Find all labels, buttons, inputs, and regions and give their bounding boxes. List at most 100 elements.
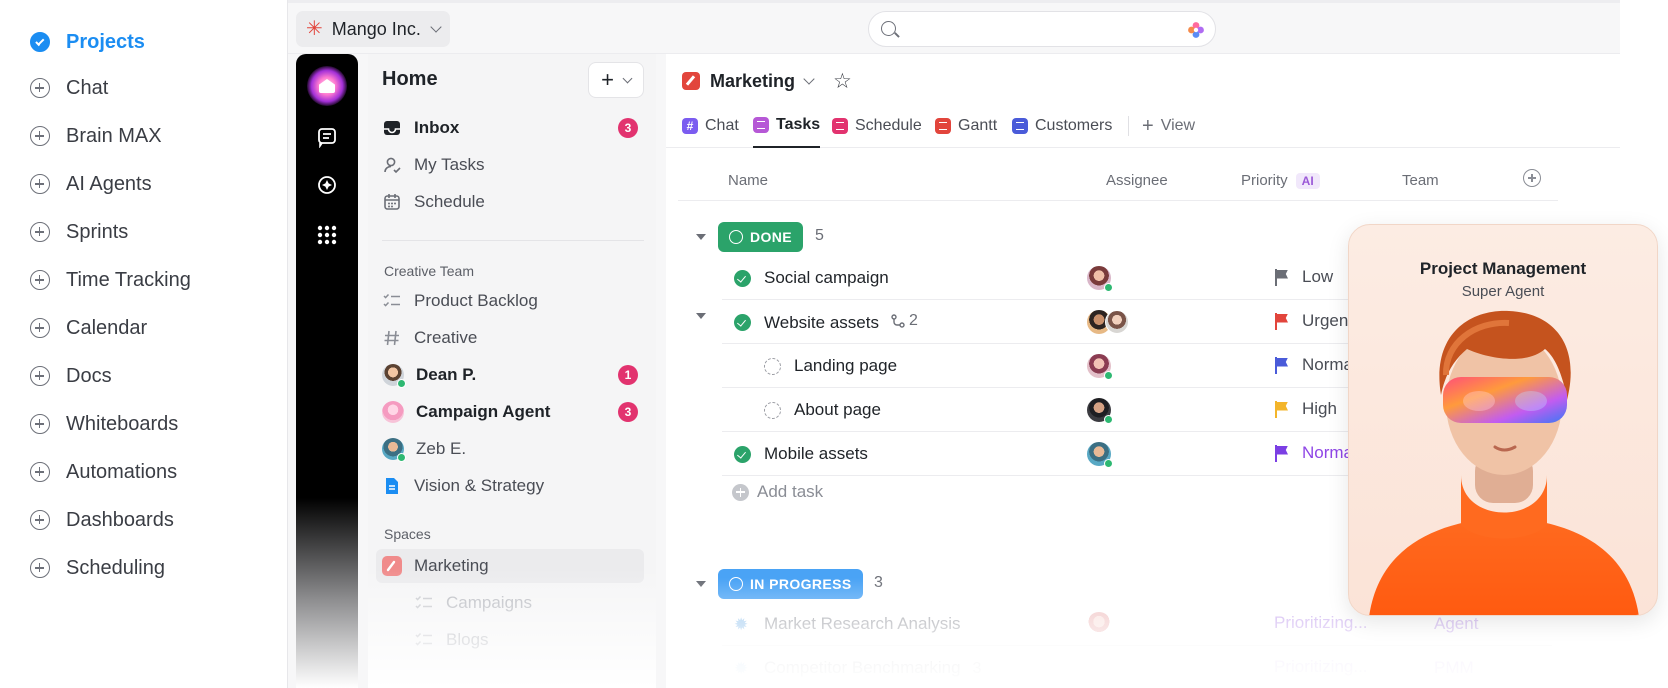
priority-cell[interactable]: Prioritizing... [1274,613,1368,633]
home-icon[interactable] [307,66,347,106]
column-header-priority[interactable]: Priority AI [1241,172,1320,189]
feature-nav-label: Sprints [66,220,129,243]
feature-nav-item-projects[interactable]: Projects [30,26,145,58]
priority-cell[interactable]: High [1274,399,1337,419]
feature-nav-item-brain-max[interactable]: Brain MAX [30,120,162,152]
priority-cell[interactable]: Normal [1274,443,1357,463]
assignee-avatars[interactable] [1087,354,1113,380]
assignee-avatars[interactable] [1087,398,1113,424]
tab-schedule[interactable]: Schedule [832,104,922,148]
feature-nav-item-scheduling[interactable]: Scheduling [30,552,165,584]
feature-nav-item-docs[interactable]: Docs [30,360,112,392]
status-group-done[interactable]: DONE [718,222,804,252]
add-task-button[interactable]: Add task [732,482,823,502]
sidebar-item-marketing[interactable]: Marketing [376,549,644,583]
team-cell[interactable]: PMM [1434,658,1474,678]
search-bar[interactable] [868,11,1216,47]
sidebar-item-inbox[interactable]: Inbox 3 [382,111,644,145]
assignee-avatars[interactable] [1087,612,1111,636]
sidebar-item-campaigns[interactable]: Campaigns [414,586,644,620]
collapse-caret-icon[interactable] [696,234,706,240]
chevron-down-icon [622,73,633,83]
column-header-assignee[interactable]: Assignee [1106,172,1168,189]
avatar [382,438,406,462]
tab-divider [1128,116,1129,136]
sidebar-item-label: Zeb E. [416,439,467,458]
priority-label: Prioritizing... [1274,657,1368,676]
favorite-star-icon[interactable]: ☆ [833,69,852,94]
super-agent-card[interactable]: Project Management Super Agent [1348,224,1658,616]
collapse-caret-icon[interactable] [696,313,706,319]
sidebar-item-product-backlog[interactable]: Product Backlog [382,284,644,318]
priority-cell[interactable]: Normal [1274,355,1357,375]
task-name[interactable]: About page [794,400,881,420]
ai-brain-rail-icon[interactable] [316,174,338,196]
collapse-caret-icon[interactable] [696,581,706,587]
breadcrumb[interactable]: Marketing ☆ [682,66,852,96]
tab-add-view[interactable]: + View [1142,104,1195,148]
column-header-team[interactable]: Team [1402,172,1439,189]
sidebar-item-my-tasks[interactable]: My Tasks [382,148,644,182]
avatar [1087,266,1113,292]
sidebar-item-zeb-e[interactable]: Zeb E. [382,432,644,466]
assignee-avatars[interactable] [1087,442,1113,468]
chevron-down-icon [430,21,442,33]
plus-icon: + [601,67,614,92]
feature-nav-item-whiteboards[interactable]: Whiteboards [30,408,178,440]
sidebar-item-vision-strategy[interactable]: Vision & Strategy [382,469,644,503]
tab-chat[interactable]: # Chat [682,104,739,148]
assignee-avatars[interactable] [1087,266,1113,292]
feature-nav-item-chat[interactable]: Chat [30,72,108,104]
search-input[interactable] [907,18,1167,40]
status-group-in-progress[interactable]: IN PROGRESS [718,569,863,599]
hash-icon: # [682,118,698,134]
task-name-cell[interactable]: Competitor Benchmarking 3 [764,658,981,678]
avatar [1087,612,1111,636]
task-name[interactable]: Mobile assets [764,444,868,464]
assignee-avatars[interactable] [1087,310,1129,334]
plus-circle-icon [732,483,749,501]
column-header-name[interactable]: Name [728,172,768,189]
task-name: Website assets [764,313,879,332]
task-name[interactable]: Social campaign [764,268,889,288]
priority-cell[interactable]: Urgent [1274,311,1353,331]
create-new-button[interactable]: + [588,62,644,98]
feature-nav-item-ai-agents[interactable]: AI Agents [30,168,152,200]
add-column-icon[interactable] [1523,169,1541,187]
sidebar-item-creative[interactable]: Creative [382,321,644,355]
sidebar-item-dean-p[interactable]: Dean P. 1 [382,358,644,392]
tab-tasks[interactable]: Tasks [753,104,821,148]
feature-nav-item-calendar[interactable]: Calendar [30,312,147,344]
chevron-down-icon [803,73,815,85]
priority-cell[interactable]: Low [1274,267,1333,287]
feature-nav-item-dashboards[interactable]: Dashboards [30,504,174,536]
task-status-todo-icon[interactable] [764,402,781,419]
tab-customers[interactable]: Customers [1012,104,1112,148]
feature-nav-item-time-tracking[interactable]: Time Tracking [30,264,191,296]
sidebar-item-blogs[interactable]: Blogs [414,623,644,657]
breadcrumb-title: Marketing [710,70,796,91]
inbox-rail-icon[interactable] [316,126,338,148]
apps-grid-icon[interactable] [316,224,338,246]
ai-sparkle-icon[interactable] [1187,21,1205,39]
task-status-done-icon[interactable] [734,270,751,287]
tab-gantt[interactable]: Gantt [935,104,997,148]
marketing-space-icon [682,72,700,90]
task-name[interactable]: Market Research Analysis [764,614,961,634]
sidebar-divider [382,240,644,241]
task-status-todo-icon[interactable] [764,358,781,375]
task-status-done-icon[interactable] [734,314,751,331]
feature-nav-item-sprints[interactable]: Sprints [30,216,128,248]
feature-nav-item-automations[interactable]: Automations [30,456,177,488]
sidebar-item-campaign-agent[interactable]: Campaign Agent 3 [382,395,644,429]
sidebar-item-schedule[interactable]: Schedule [382,185,644,219]
task-row[interactable]: ✹ Competitor Benchmarking 3 Prioritizing.… [722,646,1552,688]
task-name-cell[interactable]: Website assets 2 [764,312,918,333]
workspace-switcher[interactable]: ✳ Mango Inc. [296,11,450,47]
priority-cell[interactable]: Prioritizing... [1274,657,1368,677]
sidebar-title: Home [382,68,438,90]
agent-card-title: Project Management [1419,259,1587,278]
task-name[interactable]: Landing page [794,356,897,376]
task-status-done-icon[interactable] [734,446,751,463]
team-cell[interactable]: Agent [1434,614,1478,634]
